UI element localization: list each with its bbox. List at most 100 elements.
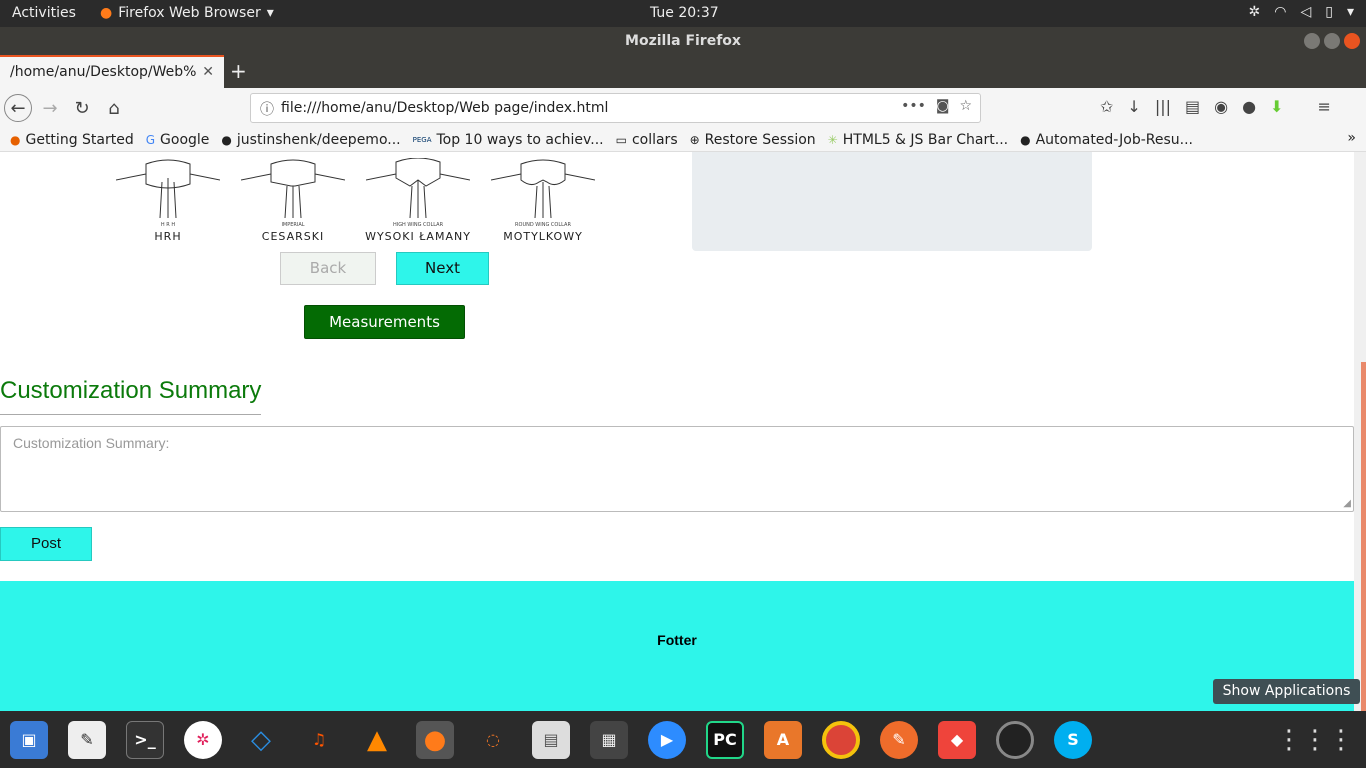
github-icon: ●	[221, 132, 232, 147]
download-extension-icon[interactable]: ⬇	[1270, 97, 1283, 116]
pega-icon: PEGA	[412, 135, 432, 144]
collar-subtitle: ROUND WING COLLAR	[515, 222, 571, 228]
collar-options: H R H HRH IMPERIAL CESARSKI HIGH WING CO…	[108, 152, 608, 252]
account-icon[interactable]: ◉	[1214, 97, 1228, 116]
collar-option[interactable]: IMPERIAL CESARSKI	[233, 152, 358, 252]
dock: ▣ ✎ >_ ✲ ◇ ♫ ▲ ● ◌ ▤ ▦ ▶ PC A ✎ ◆ S ⋮⋮⋮	[0, 711, 1366, 768]
chrome-icon[interactable]	[822, 720, 860, 759]
audacity-icon[interactable]: ♫	[300, 721, 338, 759]
vlc-icon[interactable]: ▲	[358, 721, 396, 759]
summary-textarea[interactable]: Customization Summary: ◢	[0, 426, 1354, 512]
text-editor-icon[interactable]: ✎	[68, 720, 106, 759]
clock[interactable]: Tue 20:37	[650, 5, 719, 21]
bookmark-item[interactable]: ● Getting Started	[10, 132, 134, 148]
app-menu[interactable]: ● Firefox Web Browser ▾	[100, 5, 274, 21]
sidebar-icon[interactable]: ▤	[1185, 97, 1200, 116]
bookmark-item[interactable]: ● justinshenk/deepemo...	[221, 132, 400, 148]
collar-label: CESARSKI	[261, 230, 325, 243]
globe-icon: ⊕	[689, 132, 700, 147]
firefox-icon: ●	[10, 132, 21, 147]
pocket-icon[interactable]: ◙	[936, 98, 950, 114]
reload-icon[interactable]: ↻	[68, 94, 96, 122]
slack-tray-icon[interactable]: ✲	[1249, 4, 1261, 20]
bookmark-item[interactable]: ⊕ Restore Session	[690, 132, 816, 148]
show-applications-tooltip: Show Applications	[1213, 679, 1360, 704]
slack-icon[interactable]: ✲	[184, 720, 222, 759]
library-icon[interactable]: |||	[1155, 97, 1171, 116]
firefox-icon: ●	[100, 5, 113, 21]
collar-option[interactable]: H R H HRH	[108, 152, 233, 252]
forward-arrow-icon[interactable]: →	[36, 94, 64, 122]
system-tray[interactable]: ✲ ◠ ◁ ▯ ▾	[1249, 4, 1354, 20]
window-title: Mozilla Firefox	[625, 33, 741, 49]
preview-panel	[692, 152, 1092, 251]
chevron-down-icon[interactable]: ▾	[1347, 4, 1354, 20]
resize-grip-icon[interactable]: ◢	[1343, 498, 1351, 509]
collar-drawing	[491, 159, 595, 219]
wifi-icon[interactable]: ◠	[1274, 4, 1286, 20]
app-grid-icon[interactable]: ⋮⋮⋮	[1276, 725, 1354, 755]
maximize-button[interactable]	[1324, 33, 1340, 49]
back-button[interactable]: Back	[280, 252, 376, 285]
home-icon[interactable]: ⌂	[100, 94, 128, 122]
close-tab-icon[interactable]: ✕	[202, 64, 214, 80]
extension-icon[interactable]: ●	[1242, 97, 1256, 116]
more-bookmarks-icon[interactable]: »	[1347, 130, 1356, 146]
page-actions-icon[interactable]: •••	[901, 98, 926, 114]
collar-subtitle: HIGH WING COLLAR	[392, 222, 444, 228]
minimize-button[interactable]	[1304, 33, 1320, 49]
window-titlebar: Mozilla Firefox	[0, 27, 1366, 55]
zoom-icon[interactable]: ▶	[648, 720, 686, 759]
menu-icon[interactable]: ≡	[1317, 97, 1330, 116]
measurements-button[interactable]: Measurements	[304, 305, 465, 339]
postman-icon[interactable]: ✎	[880, 720, 918, 759]
bookmark-item[interactable]: PEGA Top 10 ways to achiev...	[413, 132, 604, 148]
collar-option[interactable]: HIGH WING COLLAR WYSOKI ŁAMANY	[358, 152, 483, 252]
skype-icon[interactable]: S	[1054, 720, 1092, 759]
image-viewer-icon[interactable]: ▣	[10, 720, 48, 759]
collar-label: HRH	[154, 230, 182, 243]
window-controls	[1304, 33, 1360, 49]
new-tab-button[interactable]: +	[230, 59, 247, 83]
software-center-icon[interactable]: A	[764, 720, 802, 759]
footer: Fotter	[0, 581, 1354, 711]
collar-label: WYSOKI ŁAMANY	[365, 230, 471, 243]
next-button[interactable]: Next	[396, 252, 489, 285]
info-icon[interactable]: ⓘ	[260, 99, 274, 119]
url-bar[interactable]: ⓘ file:///home/anu/Desktop/Web page/inde…	[250, 93, 981, 123]
bookmark-item[interactable]: ● Automated-Job-Resu...	[1020, 132, 1193, 148]
back-arrow-icon[interactable]: ←	[4, 94, 32, 122]
star-icon[interactable]: ☆	[959, 98, 972, 114]
textarea-placeholder: Customization Summary:	[13, 435, 170, 451]
tab-title: /home/anu/Desktop/Web%	[10, 64, 197, 80]
calculator-icon[interactable]: ▦	[590, 720, 628, 759]
post-button[interactable]: Post	[0, 527, 92, 561]
folder-icon: ▭	[615, 132, 627, 147]
terminal-icon[interactable]: >_	[126, 720, 164, 759]
battery-icon[interactable]: ▯	[1325, 4, 1333, 20]
camera-icon[interactable]	[996, 720, 1034, 759]
vscode-icon[interactable]: ◇	[242, 721, 280, 759]
scrollbar-thumb[interactable]	[1361, 362, 1366, 711]
url-text: file:///home/anu/Desktop/Web page/index.…	[281, 100, 609, 116]
anydesk-icon[interactable]: ◆	[938, 720, 976, 759]
bookmark-item[interactable]: ✳ HTML5 & JS Bar Chart...	[828, 132, 1008, 148]
collar-drawing	[366, 158, 470, 219]
footer-text: Fotter	[657, 632, 697, 648]
firefox-icon[interactable]: ●	[416, 720, 454, 759]
bookmark-star-icon[interactable]: ✩	[1100, 97, 1113, 116]
pycharm-icon[interactable]: PC	[706, 720, 744, 759]
jupyter-icon[interactable]: ◌	[474, 721, 512, 759]
collar-subtitle: H R H	[160, 222, 176, 228]
chart-icon: ✳	[827, 132, 838, 147]
page-content: H R H HRH IMPERIAL CESARSKI HIGH WING CO…	[0, 152, 1366, 711]
download-icon[interactable]: ↓	[1127, 97, 1140, 116]
bookmark-item[interactable]: G Google	[146, 132, 210, 148]
volume-icon[interactable]: ◁	[1300, 4, 1311, 20]
activities-button[interactable]: Activities	[12, 5, 76, 21]
file-archive-icon[interactable]: ▤	[532, 720, 570, 759]
bookmark-item[interactable]: ▭ collars	[616, 132, 678, 148]
tab-index[interactable]: /home/anu/Desktop/Web% ✕	[0, 55, 224, 88]
collar-option[interactable]: ROUND WING COLLAR MOTYLKOWY	[483, 152, 608, 252]
close-button[interactable]	[1344, 33, 1360, 49]
